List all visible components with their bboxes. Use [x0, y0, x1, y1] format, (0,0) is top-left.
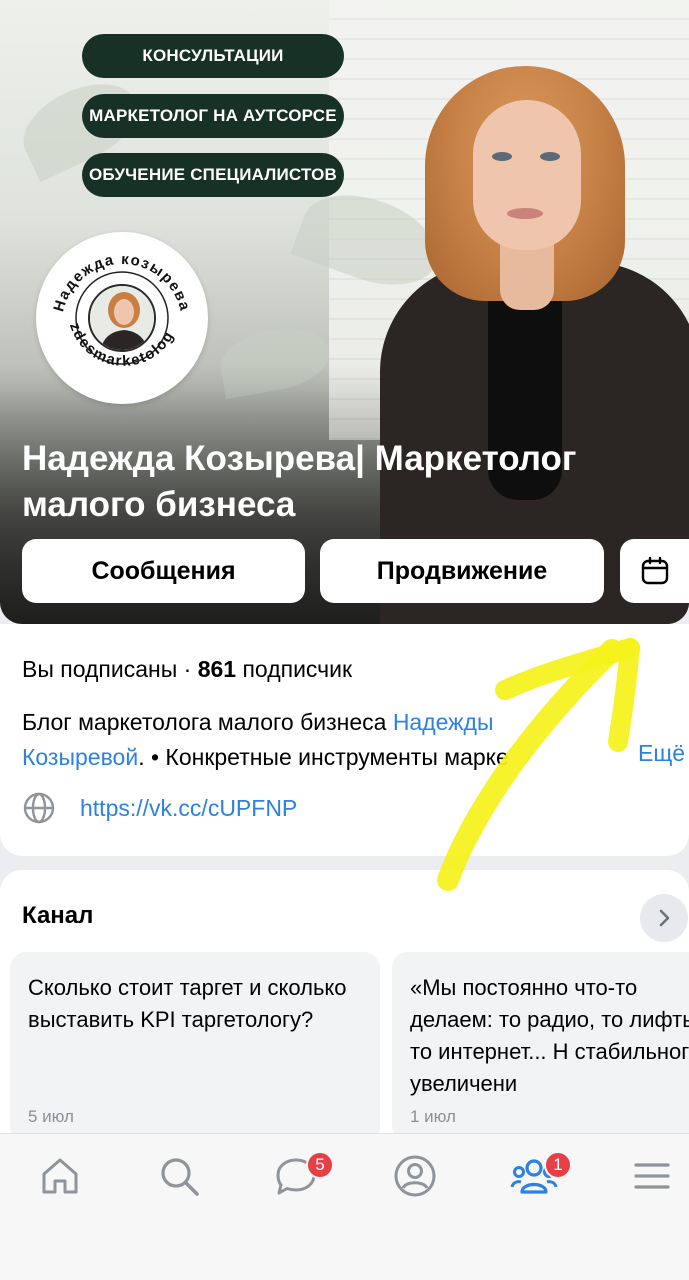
channel-title[interactable]: Канал: [22, 902, 93, 930]
website-link[interactable]: https://vk.cc/cUPFNP: [22, 790, 297, 826]
communities-badge: 1: [544, 1151, 572, 1179]
subscriber-count: 861: [197, 656, 237, 682]
website-url[interactable]: https://vk.cc/cUPFNP: [80, 795, 297, 822]
chevron-right-icon: [659, 909, 670, 927]
subscription-status[interactable]: Вы подписаны · 861 подписчик: [22, 656, 352, 683]
show-more-link[interactable]: Ещё: [636, 740, 686, 767]
search-icon: [161, 1158, 199, 1196]
tab-search[interactable]: [155, 1152, 203, 1200]
author-link[interactable]: Надежды: [393, 709, 494, 735]
globe-icon: [23, 792, 55, 824]
tab-home[interactable]: [36, 1152, 84, 1200]
post-date: 5 июл: [28, 1107, 74, 1126]
avatar-photo: [88, 284, 156, 352]
community-title: Надежда Козырева| Маркетолог малого бизн…: [22, 439, 577, 524]
tab-menu[interactable]: [628, 1152, 676, 1200]
bottom-tab-bar: [0, 1133, 689, 1280]
messages-badge: 5: [306, 1151, 334, 1179]
portrait: [473, 100, 581, 250]
service-pill-consulting: КОНСУЛЬТАЦИИ: [82, 34, 344, 78]
calendar-button[interactable]: [620, 539, 689, 603]
menu-icon: [634, 1163, 670, 1189]
tab-profile[interactable]: [391, 1152, 439, 1200]
channel-post[interactable]: «Мы постоянно что-то делаем: то радио, т…: [392, 952, 689, 1142]
post-text: «Мы постоянно что-то делаем: то радио, т…: [410, 975, 689, 1096]
community-page: КОНСУЛЬТАЦИИ МАРКЕТОЛОГ НА АУТСОРСЕ ОБУЧ…: [0, 0, 689, 1280]
channel-post[interactable]: Сколько стоит таргет и сколько выставить…: [10, 952, 380, 1142]
post-date: 1 июл: [410, 1107, 456, 1126]
service-pill-training: ОБУЧЕНИЕ СПЕЦИАЛИСТОВ: [82, 153, 344, 197]
service-pill-outsource: МАРКЕТОЛОГ НА АУТСОРСЕ: [82, 94, 344, 138]
promote-button[interactable]: Продвижение: [320, 539, 604, 603]
messages-button[interactable]: Сообщения: [22, 539, 305, 603]
home-icon: [42, 1158, 78, 1194]
profile-icon: [394, 1155, 436, 1197]
avatar[interactable]: Надежда козырева zdesmarketolog: [36, 232, 208, 404]
post-text: Сколько стоит таргет и сколько выставить…: [28, 975, 347, 1032]
channel-open-button[interactable]: [640, 894, 688, 942]
author-link-cont[interactable]: Козыревой: [22, 744, 138, 770]
calendar-icon: [641, 556, 668, 585]
